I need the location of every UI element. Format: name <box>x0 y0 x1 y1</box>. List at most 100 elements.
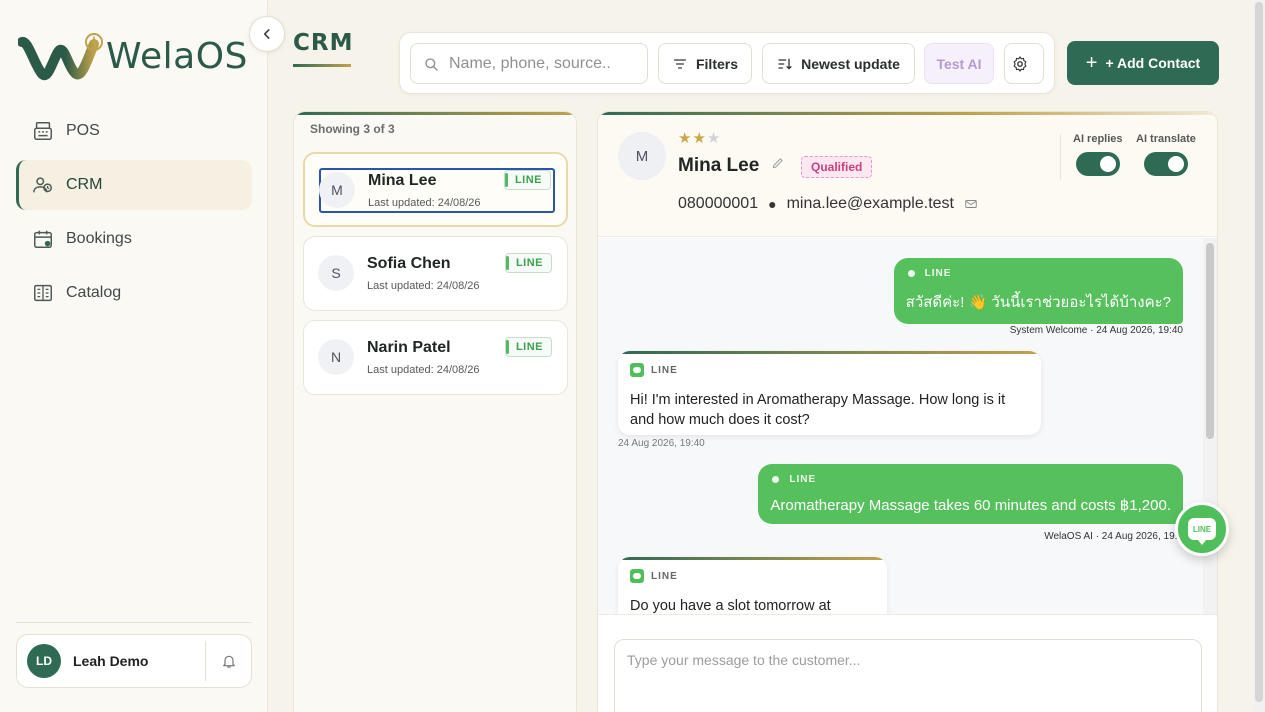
outgoing-message: LINE สวัสดีค่ะ! 👋 วันนี้เราช่วยอะไรได้บ้… <box>893 258 1183 324</box>
sort-label: Newest update <box>801 55 900 72</box>
settings-button[interactable] <box>1004 43 1044 84</box>
ai-translate-toggle[interactable] <box>1143 152 1188 176</box>
ai-replies-label: AI replies <box>1073 133 1123 145</box>
message-meta: 24 Aug 2026, 19:40 <box>618 438 705 449</box>
message-scrollbar[interactable] <box>1203 238 1217 614</box>
mail-icon[interactable] <box>964 197 978 211</box>
add-contact-label: + Add Contact <box>1105 55 1201 71</box>
welaos-logo-icon <box>18 33 103 81</box>
logo-text: WelaOS <box>106 35 248 77</box>
user-card[interactable]: LD Leah Demo <box>16 634 252 688</box>
separator-dot: ● <box>768 196 777 212</box>
test-ai-button[interactable]: Test AI <box>924 43 994 84</box>
contact-email: mina.lee@example.test <box>786 195 954 212</box>
sort-icon <box>778 58 792 69</box>
collapse-sidebar-button[interactable] <box>249 16 285 52</box>
contact-name: Mina Lee <box>678 155 760 176</box>
rating-stars[interactable]: ★★★ <box>678 129 721 147</box>
contact-updated: Last updated: 24/08/26 <box>367 364 480 376</box>
composer-area <box>598 614 1217 712</box>
line-chat-icon: LINE <box>1188 518 1216 545</box>
notifications-button[interactable] <box>205 641 251 681</box>
search-icon <box>425 57 438 71</box>
star-empty-icon[interactable]: ★ <box>707 130 721 147</box>
status-badge[interactable]: Qualified <box>801 156 873 178</box>
star-filled-icon[interactable]: ★ <box>678 130 692 147</box>
contact-name: Sofia Chen <box>367 255 451 272</box>
contact-name: Narin Patel <box>367 339 451 356</box>
page-scrollbar[interactable] <box>1253 0 1265 712</box>
chat-panel: M ★★★ Mina Lee Qualified 080000001 ● min… <box>597 111 1218 712</box>
message-thread: LINE สวัสดีค่ะ! 👋 วันนี้เราช่วยอะไรได้บ้… <box>598 238 1217 614</box>
ai-replies-toggle[interactable] <box>1075 152 1120 176</box>
chat-header: M ★★★ Mina Lee Qualified 080000001 ● min… <box>598 112 1217 237</box>
sidebar-item-label: Bookings <box>66 230 132 247</box>
message-meta: WelaOS AI · 24 Aug 2026, 19:4 <box>1044 531 1183 542</box>
line-icon <box>630 363 644 377</box>
catalog-icon <box>34 284 52 302</box>
divider <box>16 622 252 623</box>
plus-icon: + <box>1085 51 1098 74</box>
contact-updated: Last updated: 24/08/26 <box>367 280 480 292</box>
message-meta: System Welcome · 24 Aug 2026, 19:40 <box>1009 325 1183 336</box>
contact-avatar: M <box>618 132 666 180</box>
ai-replies-toggle-group: AI replies <box>1073 133 1123 181</box>
logo[interactable]: WelaOS <box>18 28 258 84</box>
search-input[interactable] <box>449 54 639 73</box>
bell-icon <box>222 655 235 668</box>
sidebar-item-pos[interactable]: POS <box>16 106 252 156</box>
filter-icon <box>673 58 686 69</box>
contact-card[interactable]: S Sofia Chen LINE Last updated: 24/08/26 <box>303 236 568 311</box>
contact-list-panel: Showing 3 of 3 M Mina Lee LINE Last upda… <box>293 111 577 712</box>
message-channel: LINE <box>770 474 1171 485</box>
channel-badge: LINE <box>503 170 551 190</box>
contact-count: Showing 3 of 3 <box>310 122 395 136</box>
contact-card[interactable]: M Mina Lee LINE Last updated: 24/08/26 <box>303 152 568 227</box>
message-input[interactable] <box>614 639 1202 712</box>
contact-avatar: S <box>318 255 354 291</box>
sidebar-item-label: CRM <box>66 176 103 193</box>
calendar-icon <box>34 230 52 248</box>
sidebar-item-crm[interactable]: CRM <box>16 160 252 210</box>
contact-avatar: N <box>318 339 354 375</box>
divider <box>1060 134 1061 180</box>
filters-button[interactable]: Filters <box>658 43 752 84</box>
sidebar-item-bookings[interactable]: Bookings <box>16 214 252 264</box>
line-chat-label: LINE <box>1192 524 1212 534</box>
sidebar: WelaOS POS CRM Bookings Catalog LD Leah … <box>0 0 268 712</box>
message-text: Hi! I'm interested in Aromatherapy Massa… <box>630 392 1006 428</box>
add-contact-button[interactable]: + + Add Contact <box>1067 41 1219 85</box>
outgoing-message: LINE Aromatherapy Massage takes 60 minut… <box>758 464 1183 524</box>
sort-button[interactable]: Newest update <box>762 43 915 84</box>
sidebar-item-label: POS <box>66 122 100 139</box>
message-channel-row: LINE <box>630 569 875 583</box>
pencil-icon <box>772 158 783 169</box>
crm-icon <box>33 177 52 193</box>
contact-name: Mina Lee <box>368 172 437 189</box>
edit-name-button[interactable] <box>771 156 785 173</box>
sidebar-item-catalog[interactable]: Catalog <box>16 268 252 318</box>
incoming-message: LINE Do you have a slot tomorrow at 12:0… <box>618 557 887 614</box>
message-text: Do you have a slot tomorrow at 12:00? <box>630 598 831 614</box>
line-chat-button[interactable]: LINE <box>1175 502 1229 556</box>
chevron-left-icon <box>263 29 270 39</box>
ai-translate-toggle-group: AI translate <box>1136 133 1196 181</box>
page-title: CRM <box>293 30 354 56</box>
sidebar-item-label: Catalog <box>66 284 122 301</box>
search-box[interactable] <box>410 43 648 84</box>
gear-icon <box>1013 55 1027 72</box>
contact-details: 080000001 ● mina.lee@example.test <box>678 195 978 213</box>
ai-translate-label: AI translate <box>1136 133 1196 145</box>
filters-label: Filters <box>695 55 738 72</box>
register-icon <box>34 122 52 140</box>
star-filled-icon[interactable]: ★ <box>692 130 706 147</box>
contact-card[interactable]: N Narin Patel LINE Last updated: 24/08/2… <box>303 320 568 395</box>
scrollbar-thumb[interactable] <box>1206 243 1214 439</box>
channel-badge: LINE <box>504 253 552 273</box>
contact-avatar: M <box>319 172 355 208</box>
user-name: Leah Demo <box>73 653 149 669</box>
message-channel: LINE <box>651 364 678 376</box>
message-text: สวัสดีค่ะ! 👋 วันนี้เราช่วยอะไรได้บ้างคะ? <box>905 294 1171 311</box>
contact-updated: Last updated: 24/08/26 <box>368 197 481 209</box>
message-channel-row: LINE <box>630 363 1029 377</box>
